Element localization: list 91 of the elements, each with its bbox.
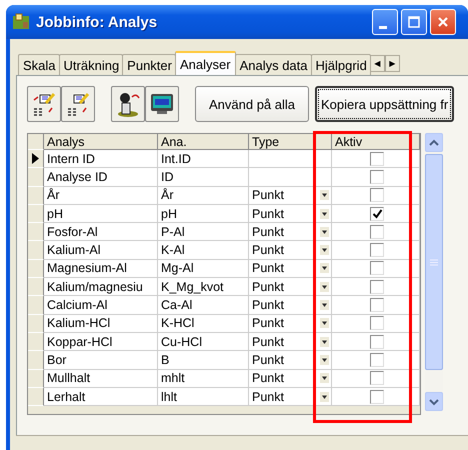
- checkbox[interactable]: [370, 390, 384, 404]
- close-icon: [437, 16, 449, 28]
- table-cell: Punkt: [252, 187, 284, 204]
- table-cell: Kalium-Al: [44, 241, 158, 260]
- table-cell: K_Mg_kvot: [158, 278, 249, 296]
- toolbar-button[interactable]: [27, 86, 61, 122]
- table-cell: K-Al: [158, 241, 249, 260]
- close-button[interactable]: [430, 9, 456, 35]
- maximize-icon: [408, 16, 420, 28]
- row-selector[interactable]: [28, 150, 44, 168]
- tab[interactable]: Hjälpgrid: [310, 54, 371, 75]
- table-cell: Int.ID: [158, 150, 249, 168]
- table-cell: Analyse ID: [44, 168, 158, 187]
- table-cell: Punkt: [252, 224, 284, 240]
- maximize-button[interactable]: [401, 9, 427, 35]
- tab[interactable]: Uträkning: [58, 54, 124, 75]
- table-cell: Bor: [44, 351, 158, 370]
- column-header[interactable]: Analys: [44, 134, 158, 150]
- checkbox[interactable]: [370, 224, 384, 239]
- column-header[interactable]: Aktiv: [332, 134, 420, 150]
- tab-scroll-button[interactable]: ▶: [384, 55, 400, 72]
- current-row-icon: [32, 153, 39, 164]
- checkbox[interactable]: [370, 206, 384, 221]
- table-cell: Kalium-HCl: [44, 314, 158, 333]
- table-cell: mhlt: [158, 370, 249, 388]
- table-cell: Punkt: [252, 388, 284, 404]
- chevron-up-icon: [429, 138, 439, 146]
- table-cell: Punkt: [252, 370, 284, 386]
- table-cell: Ca-Al: [158, 296, 249, 315]
- table-cell: ID: [158, 168, 249, 187]
- checkbox[interactable]: [370, 261, 384, 276]
- table-cell: Punkt: [252, 352, 284, 368]
- minimize-icon: [379, 26, 387, 28]
- checkbox[interactable]: [370, 170, 384, 184]
- table-cell: År: [44, 186, 158, 205]
- table-cell: pH: [44, 204, 158, 224]
- table-cell: Punkt: [252, 315, 284, 332]
- table-cell: Koppar-HCl: [44, 332, 158, 352]
- table-cell: B: [158, 351, 249, 370]
- app-icon: [12, 13, 30, 31]
- table-cell: Punkt: [252, 278, 284, 295]
- checkbox[interactable]: [370, 298, 384, 312]
- column-header[interactable]: Ana.: [158, 134, 249, 150]
- scroll-thumb[interactable]: [425, 154, 443, 370]
- table-cell: Punkt: [252, 242, 284, 258]
- table-cell: Cu-HCl: [158, 332, 249, 352]
- toolbar-button[interactable]: [111, 86, 145, 122]
- table-cell: Magnesium-Al: [44, 260, 158, 278]
- checkbox[interactable]: [370, 316, 384, 330]
- table-cell: Mullhalt: [44, 370, 158, 388]
- tab[interactable]: Analys data: [234, 54, 312, 75]
- minimize-button[interactable]: [372, 9, 398, 35]
- monitor-icon: [149, 91, 175, 117]
- table-cell: Punkt: [252, 297, 284, 314]
- window-title: Jobbinfo: Analys: [36, 14, 158, 30]
- checkbox[interactable]: [370, 152, 384, 166]
- scroll-up-button[interactable]: [425, 133, 443, 152]
- table-cell: Mg-Al: [158, 260, 249, 278]
- table-cell: P-Al: [158, 223, 249, 242]
- scrollbar[interactable]: [425, 133, 443, 411]
- table-cell: Fosfor-Al: [44, 223, 158, 242]
- column-header[interactable]: Type: [249, 134, 332, 150]
- checkbox[interactable]: [370, 352, 384, 367]
- table-cell: K-HCl: [158, 314, 249, 333]
- edit-list-icon: [65, 91, 91, 117]
- table-cell: Punkt: [252, 260, 284, 276]
- toolbar-text-button[interactable]: Kopiera uppsättning fr: [315, 86, 454, 122]
- checkbox[interactable]: [370, 334, 384, 349]
- toolbar-button[interactable]: [145, 86, 179, 122]
- toolbar-text-button[interactable]: Använd på alla: [195, 86, 310, 122]
- table-cell: Kalium/magnesiu: [44, 278, 158, 296]
- scroll-down-button[interactable]: [425, 392, 443, 411]
- table-cell: Intern ID: [44, 150, 158, 168]
- tab[interactable]: Analyser: [174, 51, 236, 75]
- chevron-down-icon: [429, 398, 439, 406]
- table-cell: Lerhalt: [44, 388, 158, 406]
- tab[interactable]: Skala: [18, 54, 60, 75]
- edit-list-icon: [31, 91, 57, 117]
- checkbox[interactable]: [370, 188, 384, 202]
- toolbar-button[interactable]: [61, 86, 95, 122]
- table-cell: pH: [158, 204, 249, 224]
- table-cell: År: [158, 186, 249, 205]
- checkbox[interactable]: [370, 280, 384, 294]
- table-cell: Punkt: [252, 334, 284, 350]
- table-cell: Punkt: [252, 206, 284, 222]
- tab-scroll-button[interactable]: ◀: [370, 55, 385, 72]
- person-icon: [115, 91, 141, 117]
- checkbox[interactable]: [370, 243, 384, 258]
- table-cell: Calcium-Al: [44, 296, 158, 315]
- table-cell: lhlt: [158, 388, 249, 406]
- checkbox[interactable]: [370, 371, 384, 386]
